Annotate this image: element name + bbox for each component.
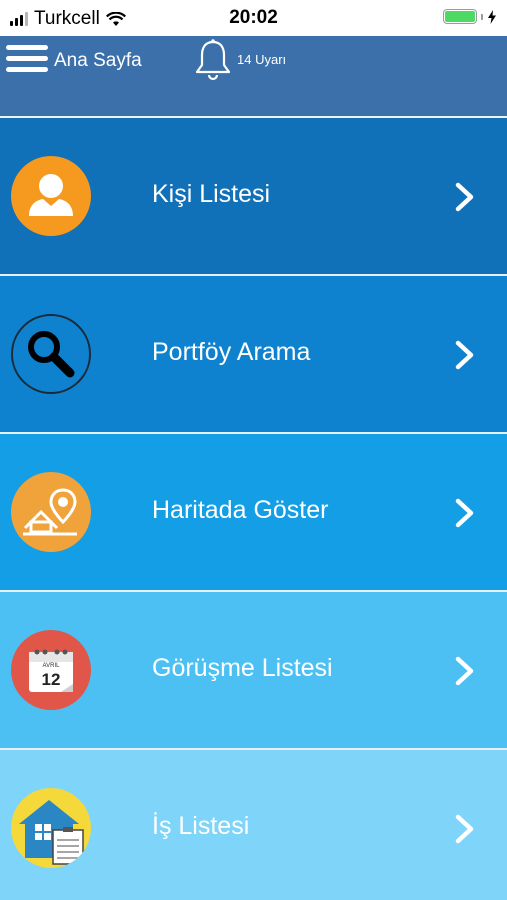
chevron-right-icon [455, 182, 474, 212]
calendar-day: 12 [42, 670, 61, 689]
bell-icon[interactable] [193, 38, 233, 82]
status-bar: Turkcell 20:02 [0, 0, 507, 36]
menu-item-is-listesi[interactable]: İş Listesi [0, 750, 507, 900]
menu-item-label: Haritada Göster [152, 496, 329, 524]
battery-icon [443, 9, 477, 24]
house-checklist-icon [11, 788, 91, 868]
calendar-icon: AVRIL 12 [11, 630, 91, 710]
calendar-month: AVRIL [43, 663, 61, 669]
menu-item-label: İş Listesi [152, 812, 250, 840]
page-title: Ana Sayfa [54, 50, 142, 71]
magnifier-icon [11, 314, 91, 394]
menu-item-kisi-listesi[interactable]: Kişi Listesi [0, 118, 507, 276]
chevron-right-icon [455, 340, 474, 370]
menu-item-label: Portföy Arama [152, 338, 311, 366]
map-pin-house-icon [11, 472, 91, 552]
menu-hamburger-icon[interactable] [6, 42, 48, 76]
chevron-right-icon [455, 814, 474, 844]
clock: 20:02 [229, 7, 278, 28]
app-header: Ana Sayfa 14 Uyarı [0, 36, 507, 118]
menu-item-portfoy-arama[interactable]: Portföy Arama [0, 276, 507, 434]
charging-icon [488, 9, 496, 24]
menu-item-label: Kişi Listesi [152, 180, 271, 208]
person-icon [11, 156, 91, 236]
battery-group [443, 9, 497, 24]
menu-item-label: Görüşme Listesi [152, 654, 333, 682]
chevron-right-icon [455, 498, 474, 528]
chevron-right-icon [455, 656, 474, 686]
menu-item-gorusme-listesi[interactable]: AVRIL 12 Görüşme Listesi [0, 592, 507, 750]
menu-item-haritada-goster[interactable]: Haritada Göster [0, 434, 507, 592]
alerts-count[interactable]: 14 Uyarı [237, 52, 286, 67]
